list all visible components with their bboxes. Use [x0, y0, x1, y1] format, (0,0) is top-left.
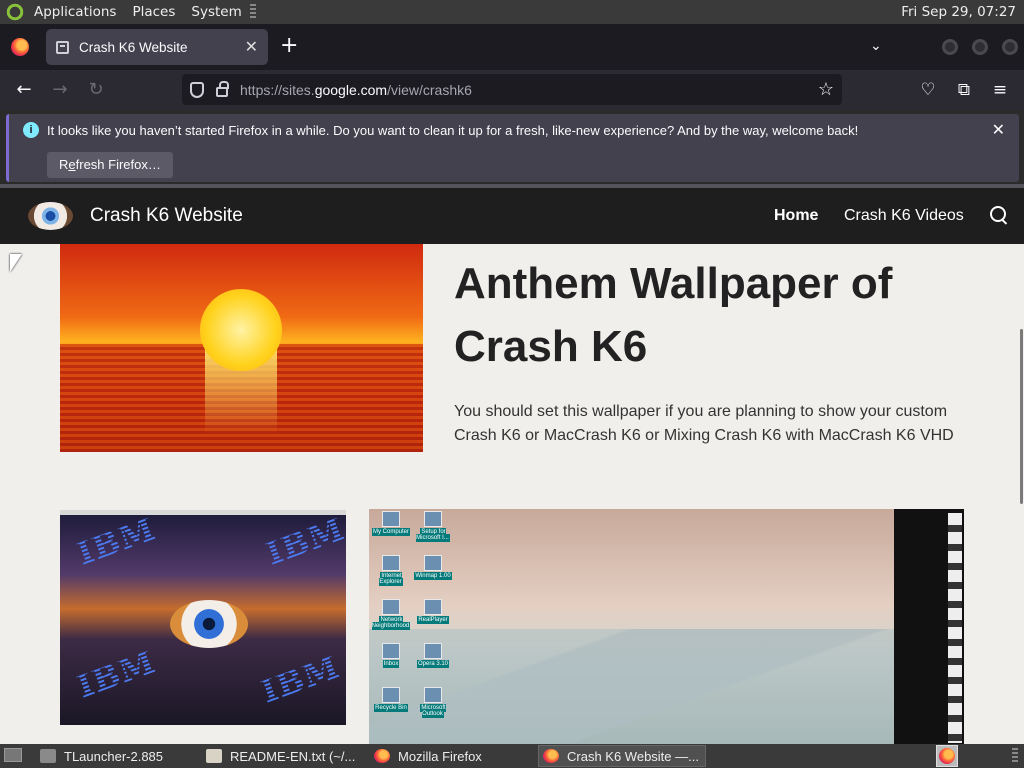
desktop-icon: Microsoft Outlook	[411, 687, 455, 718]
page-description: You should set this wallpaper if you are…	[454, 403, 954, 444]
bottom-taskbar: TLauncher-2.885 README-EN.txt (~/... Moz…	[0, 744, 1024, 768]
desktop-icon: My Computer	[369, 511, 413, 536]
desktop-icon: Recycle Bin	[369, 687, 413, 712]
windows98-desktop-screenshot: My Computer Setup for Microsoft I... Int…	[369, 509, 964, 744]
search-icon[interactable]	[990, 206, 1008, 226]
bookmark-star-icon[interactable]: ☆	[818, 79, 834, 100]
top-panel: Applications Places System Fri Sep 29, 0…	[0, 0, 1024, 24]
menu-applications[interactable]: Applications	[26, 0, 124, 24]
tab-crash-k6[interactable]: Crash K6 Website ✕	[46, 29, 268, 65]
sunset-image	[60, 244, 423, 452]
desktop-icon: Setup for Microsoft I...	[411, 511, 455, 542]
task-mozilla-firefox[interactable]: Mozilla Firefox	[370, 745, 532, 767]
reload-button[interactable]: ↻	[84, 78, 108, 102]
menu-places[interactable]: Places	[124, 0, 183, 24]
desktop-icon: Internet Explorer	[369, 555, 413, 586]
back-button[interactable]: ←	[12, 78, 36, 102]
show-desktop-icon[interactable]	[4, 748, 22, 762]
desktop-icon: RealPlayer	[411, 599, 455, 624]
page-content: Anthem Wallpaper of Crash K6 You should …	[0, 244, 1018, 744]
text-editor-icon	[206, 749, 222, 763]
hamburger-menu-icon[interactable]: ≡	[988, 78, 1012, 102]
page-heading: Anthem Wallpaper of Crash K6	[454, 259, 893, 371]
site-favicon-icon	[56, 40, 69, 54]
ibm-logo: IBM	[71, 510, 161, 573]
notification-bar: i It looks like you haven’t started Fire…	[6, 114, 1019, 182]
ibm-logo: IBM	[261, 510, 346, 573]
desktop-icon: Inbox	[369, 643, 413, 668]
navigation-toolbar: ← → ↻ https://sites.google.com/view/cras…	[0, 70, 1024, 110]
site-header: Crash K6 Website Home Crash K6 Videos	[0, 188, 1024, 244]
tab-bar: Crash K6 Website ✕ + ⌄	[0, 24, 1024, 70]
site-title[interactable]: Crash K6 Website	[90, 205, 243, 227]
address-bar[interactable]: https://sites.google.com/view/crashk6 ☆	[182, 74, 842, 105]
lock-icon[interactable]	[216, 80, 229, 97]
close-window-button[interactable]	[1002, 39, 1018, 55]
info-icon: i	[23, 122, 39, 138]
firefox-launcher[interactable]	[936, 745, 958, 767]
notification-message: It looks like you haven’t started Firefo…	[47, 123, 859, 138]
scrollbar-thumb[interactable]	[1020, 329, 1023, 504]
maximize-button[interactable]	[972, 39, 988, 55]
clock[interactable]: Fri Sep 29, 07:27	[901, 4, 1024, 20]
desktop-icon: Opera 3.10	[411, 643, 455, 668]
eye-graphic	[170, 600, 248, 648]
forward-button[interactable]: →	[48, 78, 72, 102]
list-all-tabs-icon[interactable]: ⌄	[870, 38, 882, 54]
menu-system[interactable]: System	[183, 0, 249, 24]
eye-wallpaper-screenshot: IBM IBM IBM IBM	[60, 510, 346, 725]
task-crash-k6-website[interactable]: Crash K6 Website —...	[538, 745, 706, 767]
firefox-icon	[939, 748, 955, 764]
new-tab-button[interactable]: +	[280, 35, 298, 57]
nav-videos-link[interactable]: Crash K6 Videos	[844, 207, 964, 225]
firefox-icon	[543, 749, 559, 763]
ibm-logo: IBM	[71, 642, 161, 706]
ibm-logo: IBM	[255, 647, 345, 711]
nav-home-link[interactable]: Home	[774, 207, 818, 225]
extensions-icon[interactable]: ⧉	[952, 78, 976, 102]
close-notification-icon[interactable]: ✕	[992, 120, 1005, 140]
channel-bar	[894, 509, 964, 744]
desktop-icon: Winmap 1.00	[411, 555, 455, 580]
page-scrollbar[interactable]	[1018, 244, 1024, 744]
panel-grip-icon	[1012, 748, 1018, 764]
tracking-protection-icon[interactable]	[190, 81, 204, 98]
panel-grip-icon	[249, 4, 256, 20]
eye-logo-icon[interactable]	[28, 202, 73, 230]
firefox-icon	[374, 749, 390, 763]
minimize-button[interactable]	[942, 39, 958, 55]
desktop-icon: Network Neighborhood	[369, 599, 413, 630]
folder-icon	[40, 749, 56, 763]
sun	[200, 289, 282, 371]
task-tlauncher[interactable]: TLauncher-2.885	[36, 745, 196, 767]
url-text[interactable]: https://sites.google.com/view/crashk6	[240, 82, 472, 98]
close-tab-icon[interactable]: ✕	[245, 37, 258, 57]
distro-logo-icon[interactable]	[6, 2, 26, 22]
firefox-view-icon[interactable]	[11, 38, 29, 56]
pocket-icon[interactable]: ♡	[916, 78, 940, 102]
mac-menubar	[60, 510, 346, 515]
quicklaunch-strip	[948, 513, 962, 743]
tab-title: Crash K6 Website	[79, 39, 188, 55]
refresh-firefox-button[interactable]: Refresh Firefox…	[47, 152, 173, 178]
mouse-cursor-icon	[10, 254, 22, 272]
task-readme[interactable]: README-EN.txt (~/...	[202, 745, 364, 767]
